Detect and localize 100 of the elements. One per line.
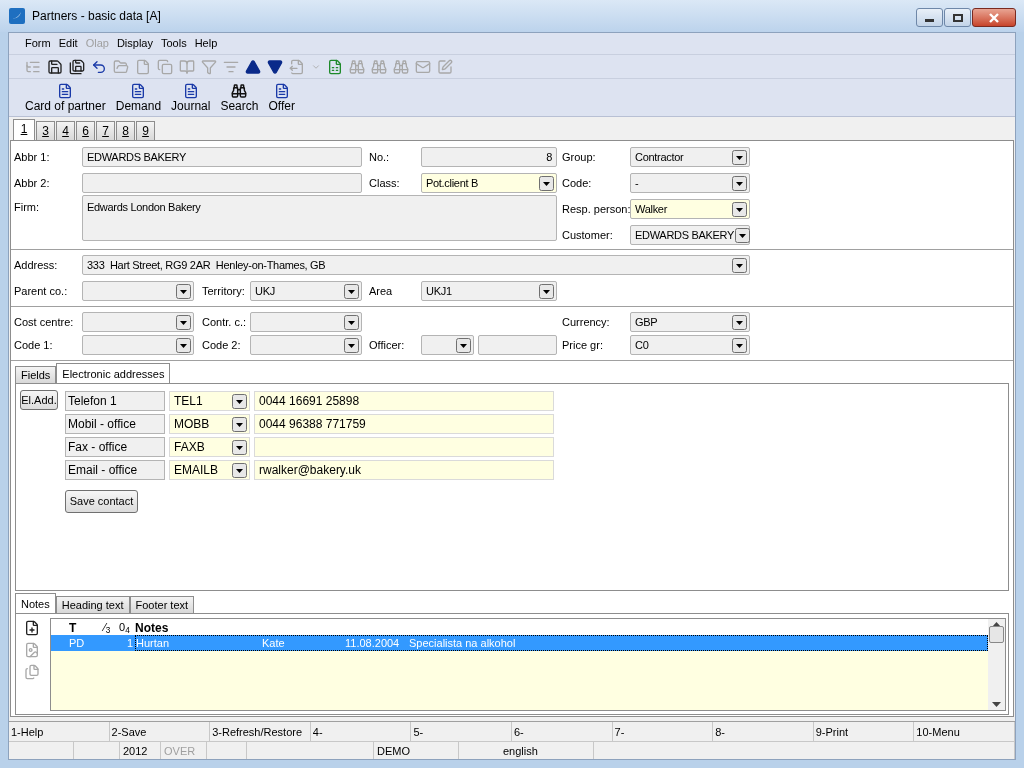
input-field[interactable] [478, 335, 557, 355]
tab[interactable]: 8 [116, 121, 135, 140]
dropdown-field[interactable]: UKJ [250, 281, 362, 301]
caret-icon[interactable] [732, 149, 747, 165]
caret-icon[interactable] [232, 416, 247, 432]
scrollbar[interactable] [988, 619, 1005, 710]
dropdown-field[interactable]: C0 [630, 335, 750, 355]
caret-icon[interactable] [344, 314, 359, 330]
undo-icon[interactable] [91, 58, 107, 75]
caret-icon[interactable] [735, 227, 751, 243]
down-arrow-icon[interactable] [267, 58, 283, 75]
minimize-button[interactable] [916, 8, 943, 27]
menu-item[interactable]: Edit [58, 35, 78, 52]
tab[interactable]: Notes [15, 593, 56, 613]
function-key[interactable]: 3-Refresh/Restore [210, 722, 311, 741]
tab[interactable]: 4 [56, 121, 75, 140]
menu-item[interactable]: Tools [160, 35, 187, 52]
input-field[interactable] [82, 173, 362, 193]
dropdown-field[interactable]: GBP [630, 312, 750, 332]
tab[interactable]: Fields [15, 366, 57, 383]
caret-icon[interactable] [456, 337, 471, 353]
up-arrow-icon[interactable] [245, 58, 261, 75]
caret-icon[interactable] [176, 314, 191, 330]
field-label: Customer: [562, 227, 614, 243]
menu-item[interactable]: Form [25, 35, 51, 52]
caret-icon[interactable] [176, 283, 191, 299]
action-button[interactable]: Search [220, 83, 259, 113]
tab[interactable]: Electronic addresses [56, 363, 171, 383]
scroll-thumb[interactable] [989, 626, 1004, 643]
dropdown-field[interactable] [82, 281, 194, 301]
menu-item[interactable]: Display [116, 35, 153, 52]
caret-icon[interactable] [344, 283, 359, 299]
close-button[interactable] [972, 8, 1016, 27]
dropdown-field[interactable]: - [630, 173, 750, 193]
function-key[interactable]: 6- [511, 722, 613, 741]
tab[interactable]: 9 [136, 121, 155, 140]
input-field[interactable]: 0044 96388 771759 [254, 414, 554, 434]
input-field[interactable]: rwalker@bakery.uk [254, 460, 554, 480]
dropdown-field[interactable]: Contractor [630, 147, 750, 167]
caret-icon[interactable] [539, 175, 554, 191]
function-key[interactable]: 10-Menu [914, 722, 1015, 741]
input-field[interactable]: 0044 16691 25898 [254, 391, 554, 411]
function-key[interactable]: 8- [713, 722, 814, 741]
function-key[interactable]: 9-Print [813, 722, 915, 741]
status-text: OVER [164, 745, 196, 757]
dropdown-field[interactable]: Walker [630, 199, 750, 219]
dropdown-field[interactable]: 333 Hart Street, RG9 2AR Henley-on-Thames, GB [82, 255, 750, 275]
save-contact-button[interactable]: Save contact [65, 490, 138, 513]
tab[interactable]: 7 [96, 121, 115, 140]
action-button[interactable]: Demand [115, 83, 162, 113]
action-button[interactable]: Journal [171, 83, 211, 113]
input-field[interactable] [254, 437, 554, 457]
caret-icon[interactable] [232, 393, 247, 409]
function-key[interactable]: 5- [411, 722, 512, 741]
add-note-icon[interactable] [24, 620, 40, 636]
dropdown-field[interactable] [421, 335, 474, 355]
tab[interactable]: 3 [36, 121, 55, 140]
scroll-down-icon[interactable] [992, 702, 1001, 707]
caret-icon[interactable] [732, 175, 747, 191]
tab[interactable]: Footer text [129, 596, 195, 613]
caret-icon[interactable] [176, 337, 191, 353]
input-field[interactable]: EDWARDS BAKERY [82, 147, 362, 167]
caret-icon[interactable] [232, 439, 247, 455]
function-key[interactable]: 2-Save [109, 722, 211, 741]
tab[interactable]: 1 [13, 119, 35, 140]
dropdown-field[interactable]: TEL1 [169, 391, 250, 411]
dropdown-field[interactable] [82, 312, 194, 332]
action-button[interactable]: Card of partner [25, 83, 106, 113]
dropdown-field[interactable] [250, 335, 362, 355]
caret-icon[interactable] [232, 462, 247, 478]
function-key[interactable]: 1-Help [9, 722, 110, 741]
tab[interactable]: Heading text [55, 596, 130, 613]
maximize-button[interactable] [944, 8, 971, 27]
input-field[interactable]: 8 [421, 147, 557, 167]
dropdown-field[interactable] [250, 312, 362, 332]
caret-icon[interactable] [732, 337, 747, 353]
column-header[interactable]: 0$_{4}$ [119, 619, 135, 635]
add-address-button[interactable]: El.Add. [20, 390, 58, 410]
caret-icon[interactable] [344, 337, 359, 353]
dropdown-field[interactable]: EMAILB [169, 460, 250, 480]
caret-icon[interactable] [539, 283, 554, 299]
spreadsheet-icon[interactable] [327, 58, 343, 75]
function-key[interactable]: 4- [310, 722, 412, 741]
dropdown-field[interactable]: EDWARDS BAKERY [630, 225, 750, 245]
dropdown-field[interactable]: UKJ1 [421, 281, 557, 301]
dropdown-field[interactable]: FAXB [169, 437, 250, 457]
action-button[interactable]: Offer [268, 83, 295, 113]
dropdown-field[interactable] [82, 335, 194, 355]
column-header[interactable]: ⁄$_{3}$ [104, 619, 119, 635]
caret-icon[interactable] [732, 201, 747, 217]
dropdown-field[interactable]: Pot.client B [421, 173, 557, 193]
caret-icon[interactable] [732, 257, 747, 273]
status-text: DEMO [377, 745, 410, 757]
input-field[interactable]: Edwards London Bakery [82, 195, 557, 241]
tab[interactable]: 6 [76, 121, 95, 140]
dropdown-field[interactable]: MOBB [169, 414, 250, 434]
caret-icon[interactable] [732, 314, 747, 330]
column-header[interactable]: Notes [135, 619, 988, 635]
function-key[interactable]: 7- [612, 722, 714, 741]
menu-item[interactable]: Help [194, 35, 218, 52]
